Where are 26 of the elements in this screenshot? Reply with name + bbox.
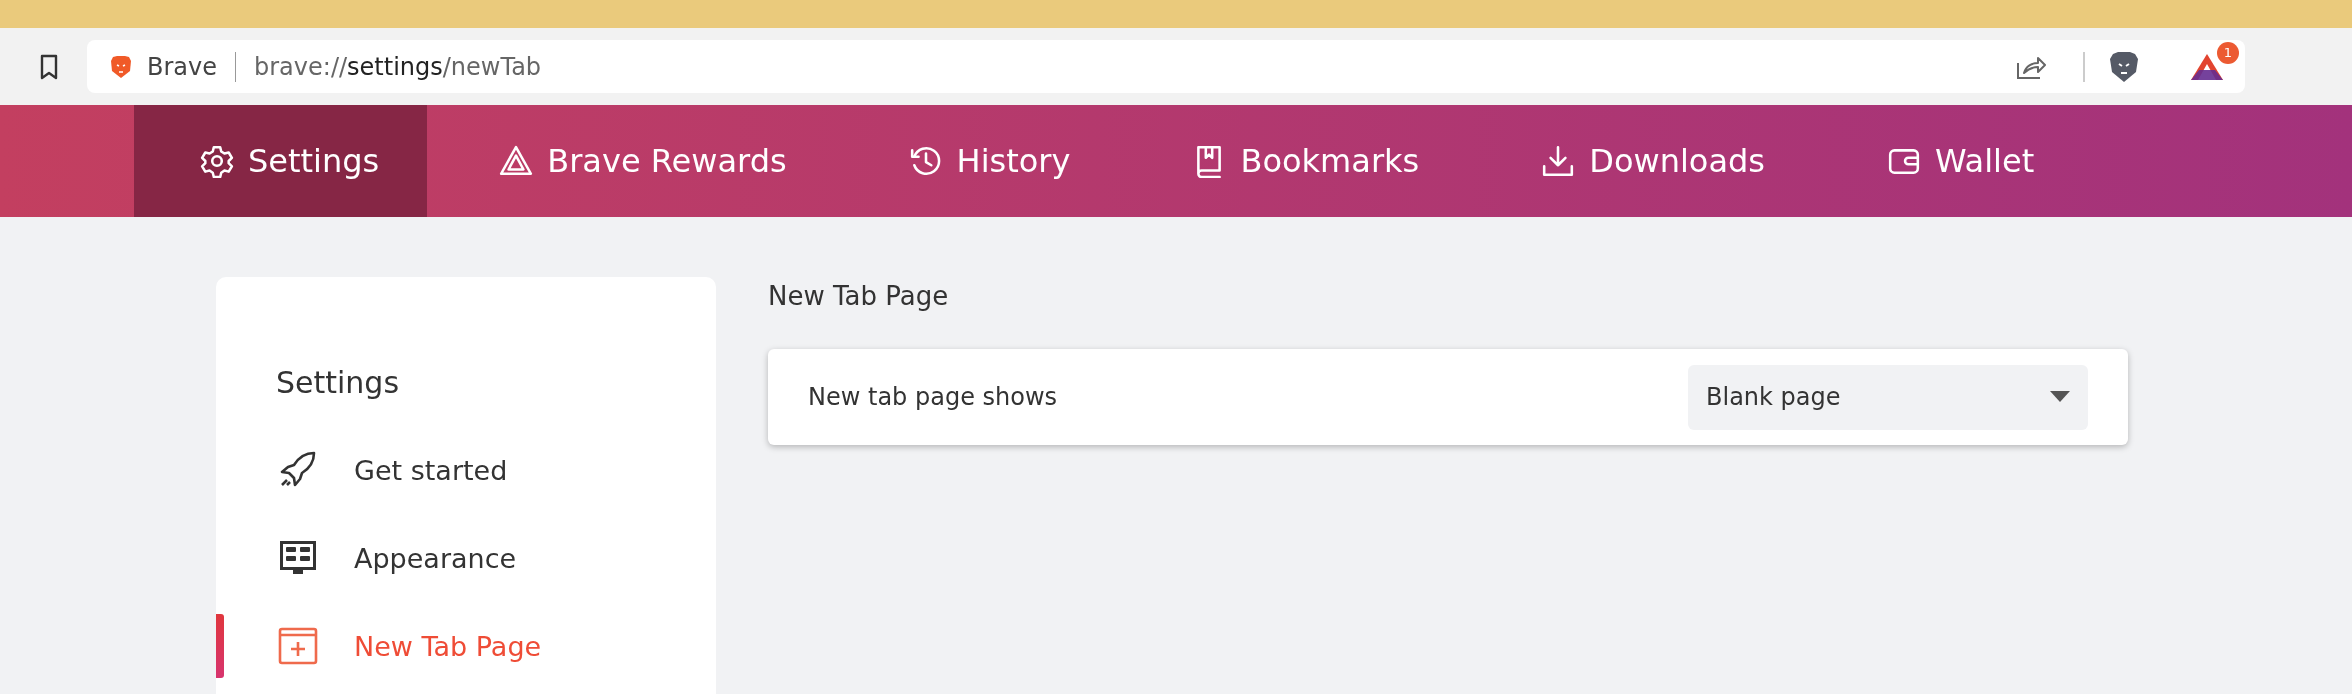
shield-lion-icon[interactable] xyxy=(2109,49,2139,84)
site-label: Brave xyxy=(147,52,217,81)
settings-icon xyxy=(200,144,234,178)
url-text[interactable]: brave://settings/newTab xyxy=(254,52,542,81)
nav-tab[interactable]: Wallet xyxy=(1842,105,2085,217)
nav-tab[interactable]: Brave Rewards xyxy=(455,105,837,217)
lion-icon xyxy=(109,53,133,80)
new-tab-icon xyxy=(278,626,318,666)
download-icon xyxy=(1541,144,1576,178)
address-bar[interactable]: Brave brave://settings/newTab 1 xyxy=(87,40,2245,93)
section-title: New Tab Page xyxy=(768,281,950,311)
triangle-icon xyxy=(499,144,534,178)
sidebar-item[interactable]: New Tab Page xyxy=(216,602,716,690)
nav-tab[interactable]: Bookmarks xyxy=(1148,105,1470,217)
nav-tab[interactable]: Downloads xyxy=(1497,105,1815,217)
history-icon xyxy=(908,144,943,178)
sidebar-item[interactable]: Get started xyxy=(216,426,716,514)
nav-tab[interactable]: Settings xyxy=(134,105,428,217)
sidebar-title: Settings xyxy=(276,365,401,400)
notification-badge: 1 xyxy=(2217,41,2239,64)
sidebar-item[interactable]: Appearance xyxy=(216,514,716,602)
dropdown[interactable]: Blank page xyxy=(1688,364,2088,430)
nav-tab[interactable]: History xyxy=(864,105,1121,217)
caret-icon xyxy=(2050,391,2070,403)
bookmark-icon[interactable] xyxy=(39,53,59,80)
setting-label: New tab page shows xyxy=(808,383,1058,411)
